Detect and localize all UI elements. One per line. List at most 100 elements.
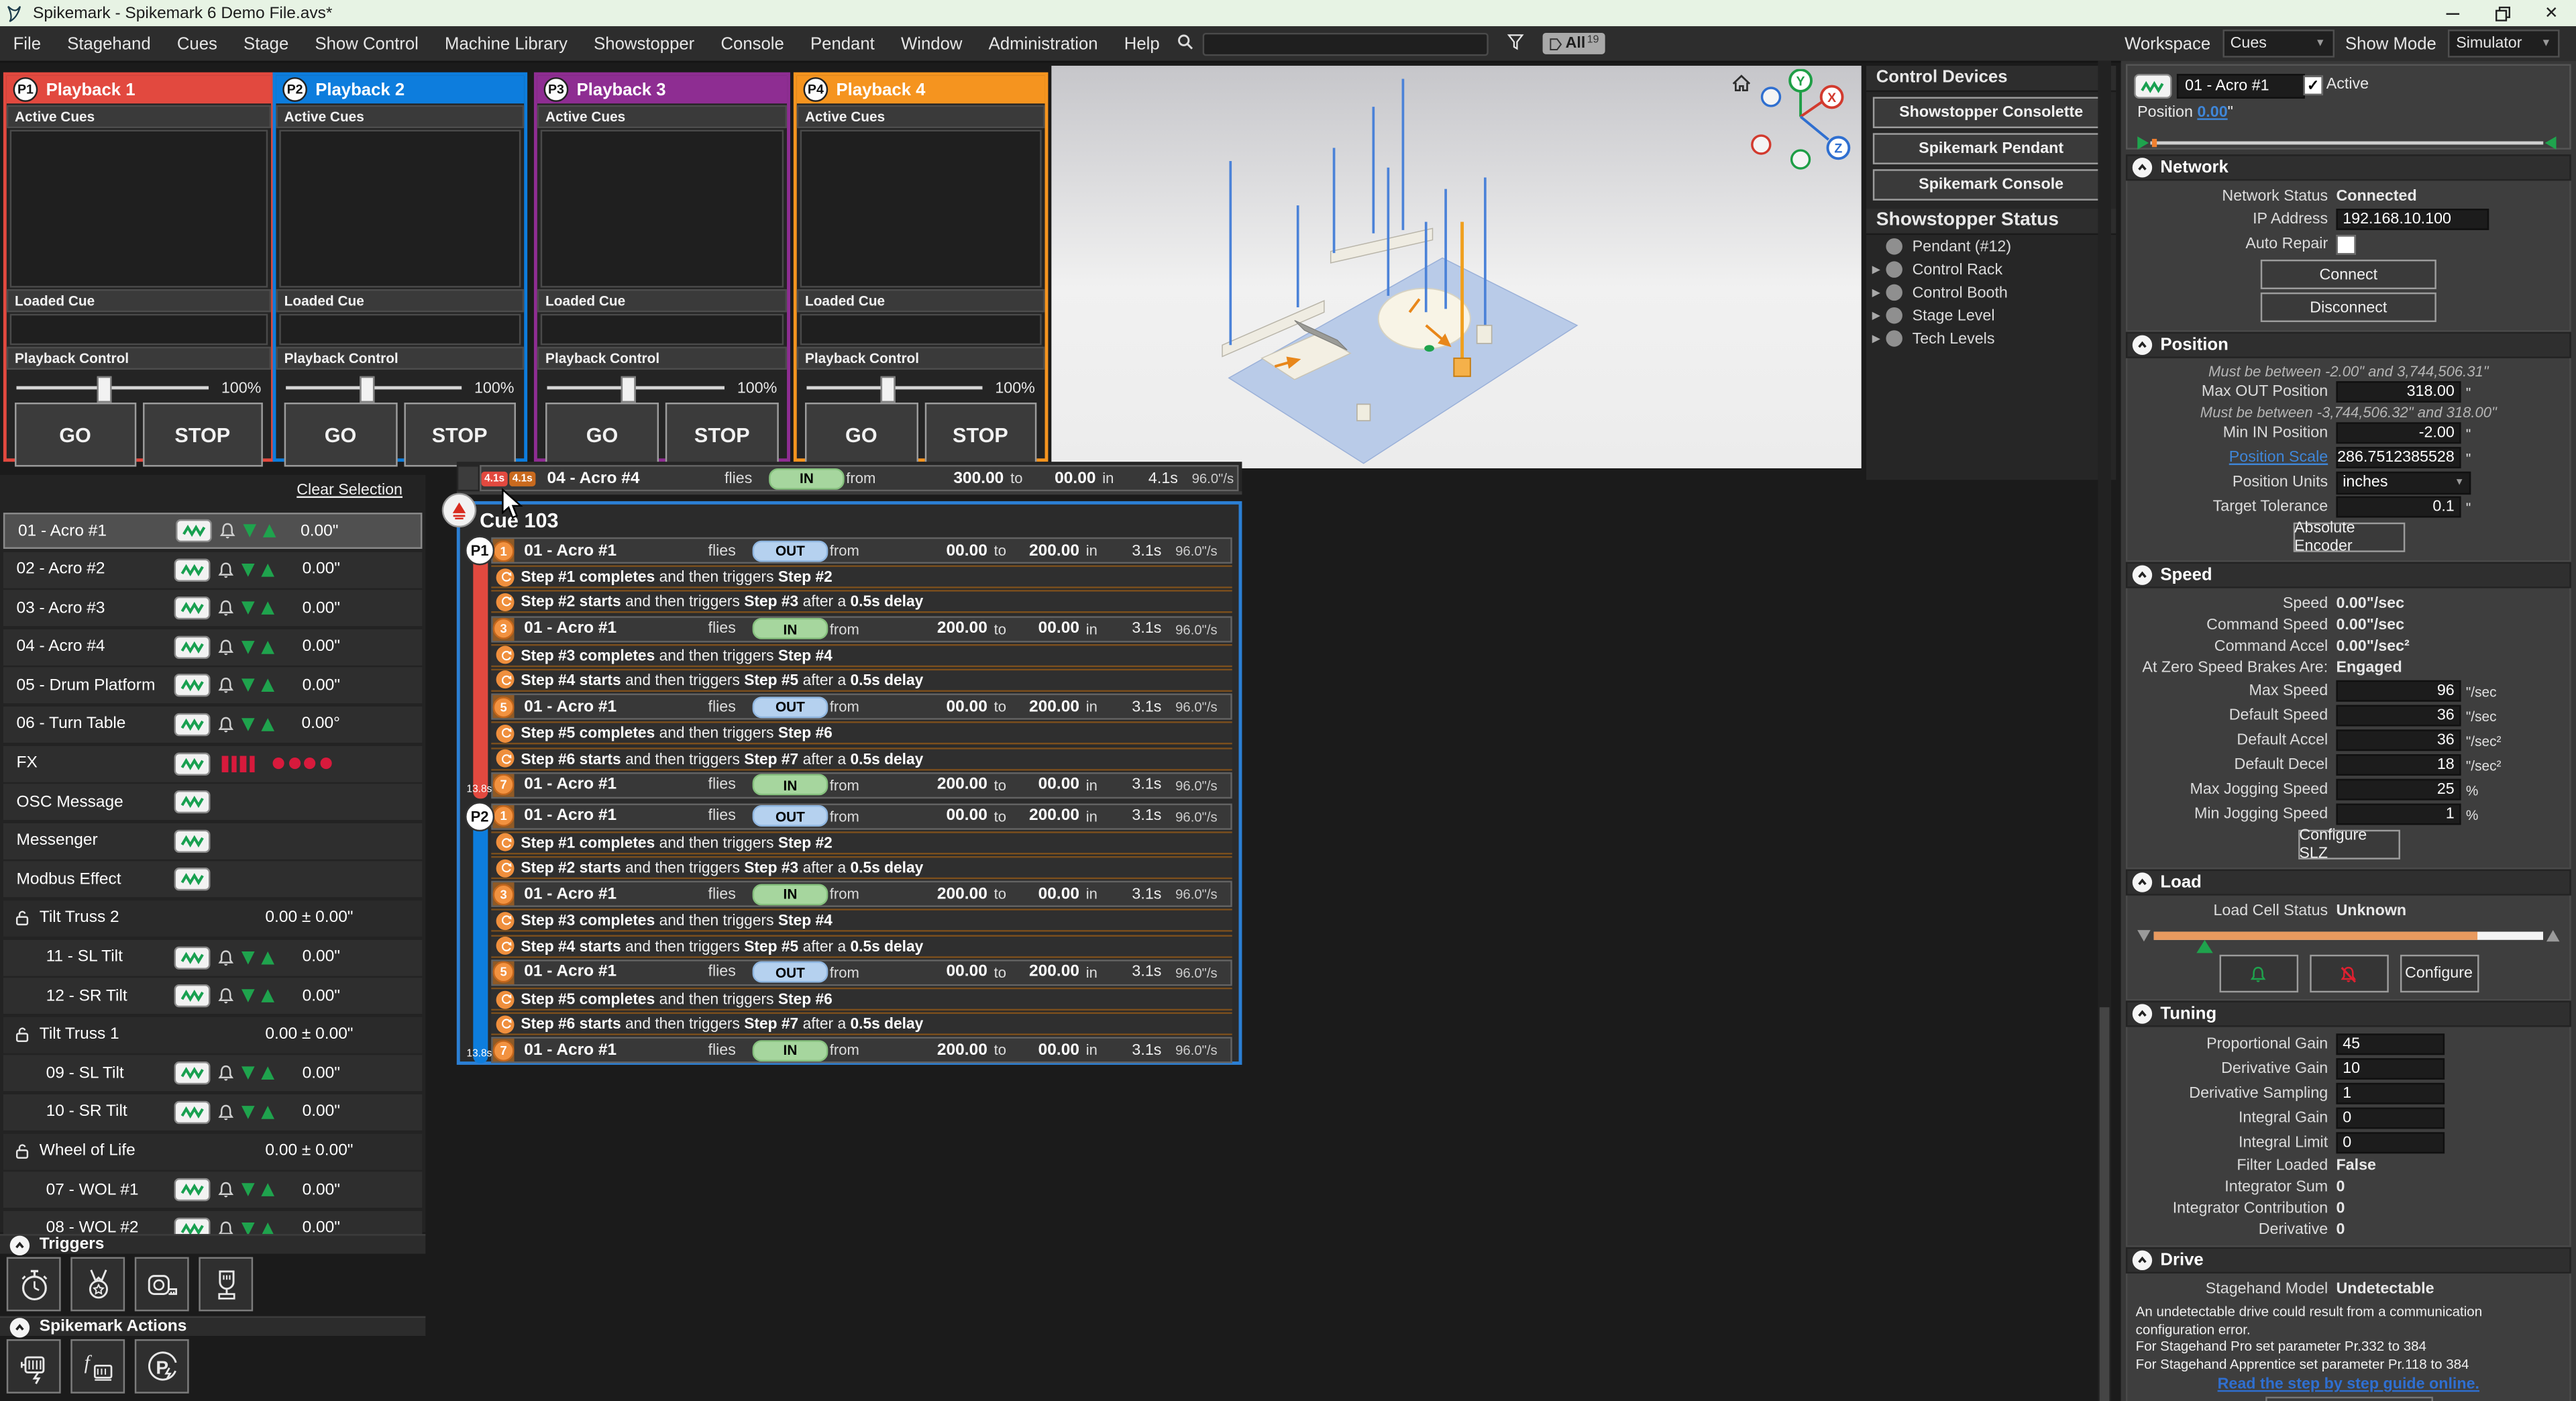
machine-row[interactable]: Messenger — [3, 823, 422, 859]
playback-rate-slider[interactable] — [16, 386, 209, 390]
cue-trigger-row[interactable]: Step #5 completes and then triggers Step… — [491, 722, 1232, 745]
spikemark-action-button[interactable]: f — [70, 1339, 125, 1394]
machine-row[interactable]: 10 - SR Tilt0.00" — [3, 1094, 422, 1131]
section-header-tuning[interactable]: Tuning — [2126, 1000, 2571, 1027]
jog-down-icon[interactable] — [241, 990, 255, 1003]
go-button[interactable]: GO — [284, 403, 397, 467]
input-position-scale[interactable]: 286.7512385528 — [2336, 447, 2461, 468]
cue-trigger-row[interactable]: Step #1 completes and then triggers Step… — [491, 566, 1232, 588]
machine-row[interactable]: 07 - WOL #10.00" — [3, 1172, 422, 1208]
cue-step-row[interactable]: 501 - Acro #1fliesOUTfrom00.00to200.00in… — [491, 694, 1232, 720]
auto-repair-checkbox[interactable] — [2336, 234, 2355, 254]
section-header-network[interactable]: Network — [2126, 154, 2571, 180]
jog-down-icon[interactable] — [241, 641, 255, 654]
cue-step-row[interactable]: 101 - Acro #1fliesOUTfrom00.00to200.00in… — [491, 803, 1232, 829]
menu-cues[interactable]: Cues — [164, 26, 230, 60]
slider-thumb[interactable] — [881, 376, 896, 403]
device-button-showstopper-consolette[interactable]: Showstopper Consolette — [1873, 97, 2110, 128]
cue-step-row[interactable]: 301 - Acro #1fliesINfrom200.00to00.00in3… — [491, 615, 1232, 641]
input-default-accel[interactable]: 36 — [2336, 729, 2461, 751]
menu-pendant[interactable]: Pendant — [797, 26, 888, 60]
expander-icon[interactable]: ▶ — [1866, 263, 1886, 276]
cue-step-row[interactable]: 4.1s4.1s04 - Acro #4fliesINfrom300.00to0… — [480, 465, 1238, 491]
device-button-spikemark-console[interactable]: Spikemark Console — [1873, 169, 2110, 201]
stop-button[interactable]: STOP — [403, 403, 516, 467]
menu-show-control[interactable]: Show Control — [302, 26, 432, 60]
configure-load-button[interactable]: Configure — [2400, 955, 2479, 992]
machine-row[interactable]: 09 - SL Tilt0.00" — [3, 1055, 422, 1092]
trigger-button[interactable] — [7, 1257, 61, 1311]
machine-row[interactable]: 12 - SR Tilt0.00" — [3, 978, 422, 1014]
disconnect-button[interactable]: Disconnect — [2261, 293, 2436, 322]
workspace-select[interactable]: Cues▼ — [2222, 30, 2334, 58]
spikemark-action-button[interactable]: P — [135, 1339, 189, 1394]
cue-step-row[interactable]: 701 - Acro #1fliesINfrom200.00to00.00in3… — [491, 1037, 1232, 1063]
jog-up-icon[interactable] — [261, 1222, 274, 1235]
cue-trigger-row[interactable]: Step #2 starts and then triggers Step #3… — [491, 590, 1232, 613]
machine-row[interactable]: FX — [3, 745, 422, 782]
input-ip-address[interactable]: 192.168.10.100 — [2336, 209, 2489, 230]
machine-group-row[interactable]: Tilt Truss 20.00 ± 0.00" — [3, 900, 422, 937]
position-value-link[interactable]: 0.00 — [2197, 103, 2227, 121]
playback-rate-slider[interactable] — [547, 386, 724, 390]
menu-stage[interactable]: Stage — [230, 26, 301, 60]
jog-down-icon[interactable] — [241, 602, 255, 615]
menu-machine-library[interactable]: Machine Library — [431, 26, 580, 60]
search-input[interactable] — [1202, 32, 1488, 55]
configure-slz-button[interactable]: Configure SLZ — [2298, 830, 2400, 860]
machine-row[interactable]: 04 - Acro #40.00" — [3, 629, 422, 665]
position-scale-link[interactable]: Position Scale — [2134, 449, 2336, 467]
status-item-control-booth[interactable]: ▶Control Booth — [1866, 281, 2116, 304]
cue-trigger-row[interactable]: Step #3 completes and then triggers Step… — [491, 909, 1232, 932]
status-item-tech-levels[interactable]: ▶Tech Levels — [1866, 327, 2116, 350]
jog-up-icon[interactable] — [261, 602, 274, 615]
machine-row[interactable]: 01 - Acro #10.00" — [3, 513, 422, 549]
jog-up-icon[interactable] — [261, 1106, 274, 1119]
expander-icon[interactable]: ▶ — [1866, 332, 1886, 346]
jog-down-icon[interactable] — [241, 718, 255, 731]
active-checkbox[interactable]: ✓ — [2303, 76, 2322, 95]
machine-row[interactable]: 03 - Acro #30.00" — [3, 590, 422, 627]
cue-step-row[interactable]: 101 - Acro #1fliesOUTfrom00.00to200.00in… — [491, 537, 1232, 564]
menu-help[interactable]: Help — [1111, 26, 1173, 60]
jog-down-icon[interactable] — [241, 1222, 255, 1235]
input-max-speed[interactable]: 96 — [2336, 680, 2461, 702]
load-alarm-on-button[interactable] — [2218, 955, 2298, 992]
load-alarm-off-button[interactable] — [2309, 955, 2388, 992]
clear-selection-link[interactable]: Clear Selection — [0, 482, 425, 503]
slider-thumb[interactable] — [360, 376, 374, 403]
slider-thumb[interactable] — [97, 376, 112, 403]
menu-file[interactable]: File — [0, 26, 54, 60]
input-proportional-gain[interactable]: 45 — [2336, 1033, 2445, 1055]
minimize-button[interactable] — [2428, 0, 2477, 26]
section-header-speed[interactable]: Speed — [2126, 562, 2571, 588]
jog-up-icon[interactable] — [261, 641, 274, 654]
jog-up-icon[interactable] — [261, 951, 274, 964]
cue-step-row[interactable]: 701 - Acro #1fliesINfrom200.00to00.00in3… — [491, 772, 1232, 798]
triggers-section-header[interactable]: Triggers — [0, 1234, 425, 1253]
previous-cue-strip[interactable]: 4.1s4.1s04 - Acro #4fliesINfrom300.00to0… — [457, 462, 1242, 495]
stage-3d-viewport[interactable]: Y X Z — [1051, 66, 1861, 468]
cue-step-row[interactable]: 301 - Acro #1fliesINfrom200.00to00.00in3… — [491, 881, 1232, 907]
spikemark-actions-section-header[interactable]: Spikemark Actions — [0, 1316, 425, 1336]
trigger-button[interactable] — [70, 1257, 125, 1311]
cue-trigger-row[interactable]: Step #5 completes and then triggers Step… — [491, 988, 1232, 1010]
input-max-out-position[interactable]: 318.00 — [2336, 381, 2461, 403]
jog-up-icon[interactable] — [261, 990, 274, 1003]
status-item-stage-level[interactable]: ▶Stage Level — [1866, 304, 2116, 327]
jog-down-icon[interactable] — [241, 1106, 255, 1119]
machine-group-row[interactable]: Wheel of Life0.00 ± 0.00" — [3, 1133, 422, 1170]
input-derivative-sampling[interactable]: 1 — [2336, 1083, 2445, 1104]
close-button[interactable]: ✕ — [2527, 0, 2576, 26]
go-button[interactable]: GO — [545, 403, 659, 467]
jog-down-icon[interactable] — [241, 1183, 255, 1196]
input-default-decel[interactable]: 18 — [2336, 754, 2461, 776]
stop-button[interactable]: STOP — [924, 403, 1037, 467]
jog-up-icon[interactable] — [261, 718, 274, 731]
jog-up-icon[interactable] — [261, 1067, 274, 1080]
input-derivative-gain[interactable]: 10 — [2336, 1058, 2445, 1080]
stop-button[interactable]: STOP — [142, 403, 263, 467]
properties-scrollbar[interactable] — [2098, 61, 2111, 1401]
restore-button[interactable] — [2477, 0, 2526, 26]
filter-funnel-icon[interactable] — [1506, 32, 1524, 55]
